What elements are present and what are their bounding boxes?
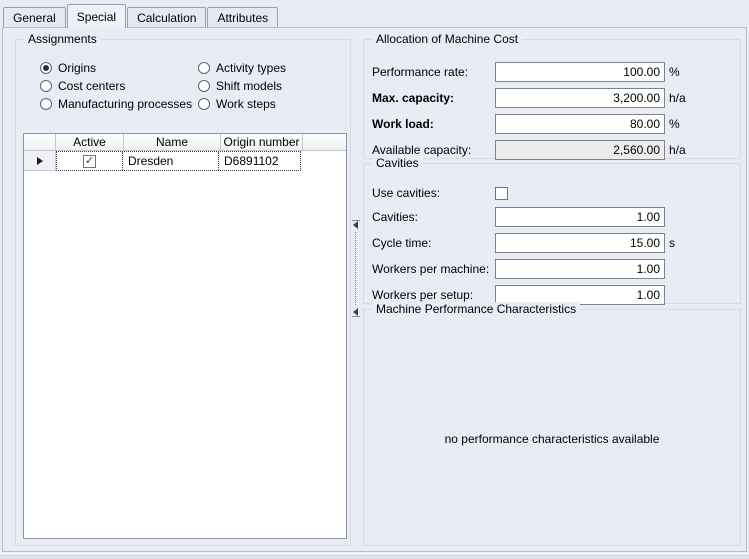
assignments-group: Assignments Origins Activity types Cost …: [15, 39, 351, 546]
unit-label: h/a: [669, 143, 686, 157]
radio-icon: [40, 98, 52, 110]
unit-label: s: [669, 236, 675, 250]
window-bottom-edge: [0, 553, 749, 559]
field-label: Performance rate:: [372, 65, 495, 79]
cell-active: [57, 152, 123, 170]
radio-selected-icon: [40, 62, 52, 74]
cycle-time-input[interactable]: [495, 233, 665, 253]
field-label: Cavities:: [372, 210, 495, 224]
table-header: Active Name Origin number: [24, 134, 346, 151]
tab-special[interactable]: Special: [67, 4, 126, 28]
row-selector-header: [24, 134, 56, 150]
field-row-use-cavities: Use cavities:: [372, 185, 732, 201]
field-label: Workers per machine:: [372, 262, 495, 276]
cavities-input[interactable]: [495, 207, 665, 227]
field-row-performance-rate: Performance rate: %: [372, 62, 732, 82]
tab-attributes[interactable]: Attributes: [207, 7, 278, 27]
performance-characteristics-group: Machine Performance Characteristics no p…: [363, 309, 741, 546]
splitter-collapse-left-icon[interactable]: [353, 308, 358, 316]
splitter-collapse-left-icon[interactable]: [353, 221, 358, 229]
field-label: Available capacity:: [372, 143, 495, 157]
assignments-radio-group: Origins Activity types Cost centers Shif…: [40, 60, 286, 111]
radio-shift-models[interactable]: Shift models: [198, 78, 286, 93]
radio-icon: [198, 62, 210, 74]
field-label: Max. capacity:: [372, 91, 495, 105]
radio-work-steps[interactable]: Work steps: [198, 96, 286, 111]
radio-label: Manufacturing processes: [58, 97, 192, 111]
workers-per-machine-input[interactable]: [495, 259, 665, 279]
active-checkbox[interactable]: [83, 155, 96, 168]
radio-origins[interactable]: Origins: [40, 60, 198, 75]
cavities-group-title: Cavities: [372, 156, 423, 170]
tab-calculation[interactable]: Calculation: [127, 7, 206, 27]
radio-manufacturing-processes[interactable]: Manufacturing processes: [40, 96, 198, 111]
splitter-tick: [352, 316, 360, 317]
radio-label: Cost centers: [58, 79, 125, 93]
assignments-group-title: Assignments: [24, 32, 101, 46]
machine-properties-window: General Special Calculation Attributes A…: [0, 0, 749, 559]
row-selector[interactable]: [24, 151, 56, 171]
unit-label: %: [669, 65, 680, 79]
table-row[interactable]: Dresden D6891102: [24, 151, 346, 171]
field-row-work-load: Work load: %: [372, 114, 732, 134]
empty-state-message: no performance characteristics available: [364, 432, 740, 446]
performance-group-title: Machine Performance Characteristics: [372, 302, 580, 316]
max-capacity-input[interactable]: [495, 88, 665, 108]
column-header-active[interactable]: Active: [56, 134, 124, 150]
field-row-workers-per-machine: Workers per machine:: [372, 259, 732, 279]
radio-label: Work steps: [216, 97, 276, 111]
cell-origin-number[interactable]: D6891102: [219, 152, 300, 170]
radio-cost-centers[interactable]: Cost centers: [40, 78, 198, 93]
use-cavities-checkbox[interactable]: [495, 187, 508, 200]
radio-icon: [198, 98, 210, 110]
special-tab-page: Assignments Origins Activity types Cost …: [2, 27, 747, 552]
splitter-grip: [355, 232, 356, 305]
radio-label: Origins: [58, 61, 96, 75]
unit-label: h/a: [669, 91, 686, 105]
row-focus-rect: Dresden D6891102: [56, 151, 301, 171]
field-row-cavities: Cavities:: [372, 207, 732, 227]
radio-label: Shift models: [216, 79, 282, 93]
unit-label: %: [669, 117, 680, 131]
cell-name[interactable]: Dresden: [123, 152, 219, 170]
field-label: Cycle time:: [372, 236, 495, 250]
cavities-group: Cavities Use cavities: Cavities: Cycle t…: [363, 163, 741, 304]
radio-activity-types[interactable]: Activity types: [198, 60, 286, 75]
radio-icon: [198, 80, 210, 92]
field-row-max-capacity: Max. capacity: h/a: [372, 88, 732, 108]
available-capacity-field: [495, 140, 665, 160]
tab-general[interactable]: General: [3, 7, 66, 27]
field-row-available-capacity: Available capacity: h/a: [372, 140, 732, 160]
field-row-cycle-time: Cycle time: s: [372, 233, 732, 253]
allocation-group: Allocation of Machine Cost Performance r…: [363, 39, 741, 159]
column-header-origin-number[interactable]: Origin number: [221, 134, 303, 150]
radio-label: Activity types: [216, 61, 286, 75]
column-header-filler: [303, 134, 346, 150]
origins-table: Active Name Origin number Dresden D68911: [23, 133, 347, 539]
tab-strip: General Special Calculation Attributes: [3, 3, 279, 27]
work-load-input[interactable]: [495, 114, 665, 134]
panel-splitter[interactable]: [350, 220, 361, 317]
radio-icon: [40, 80, 52, 92]
field-label: Workers per setup:: [372, 288, 495, 302]
row-selector-arrow-icon: [37, 157, 43, 165]
field-label: Work load:: [372, 117, 495, 131]
column-header-name[interactable]: Name: [124, 134, 221, 150]
field-label: Use cavities:: [372, 186, 495, 200]
allocation-group-title: Allocation of Machine Cost: [372, 32, 522, 46]
performance-rate-input[interactable]: [495, 62, 665, 82]
